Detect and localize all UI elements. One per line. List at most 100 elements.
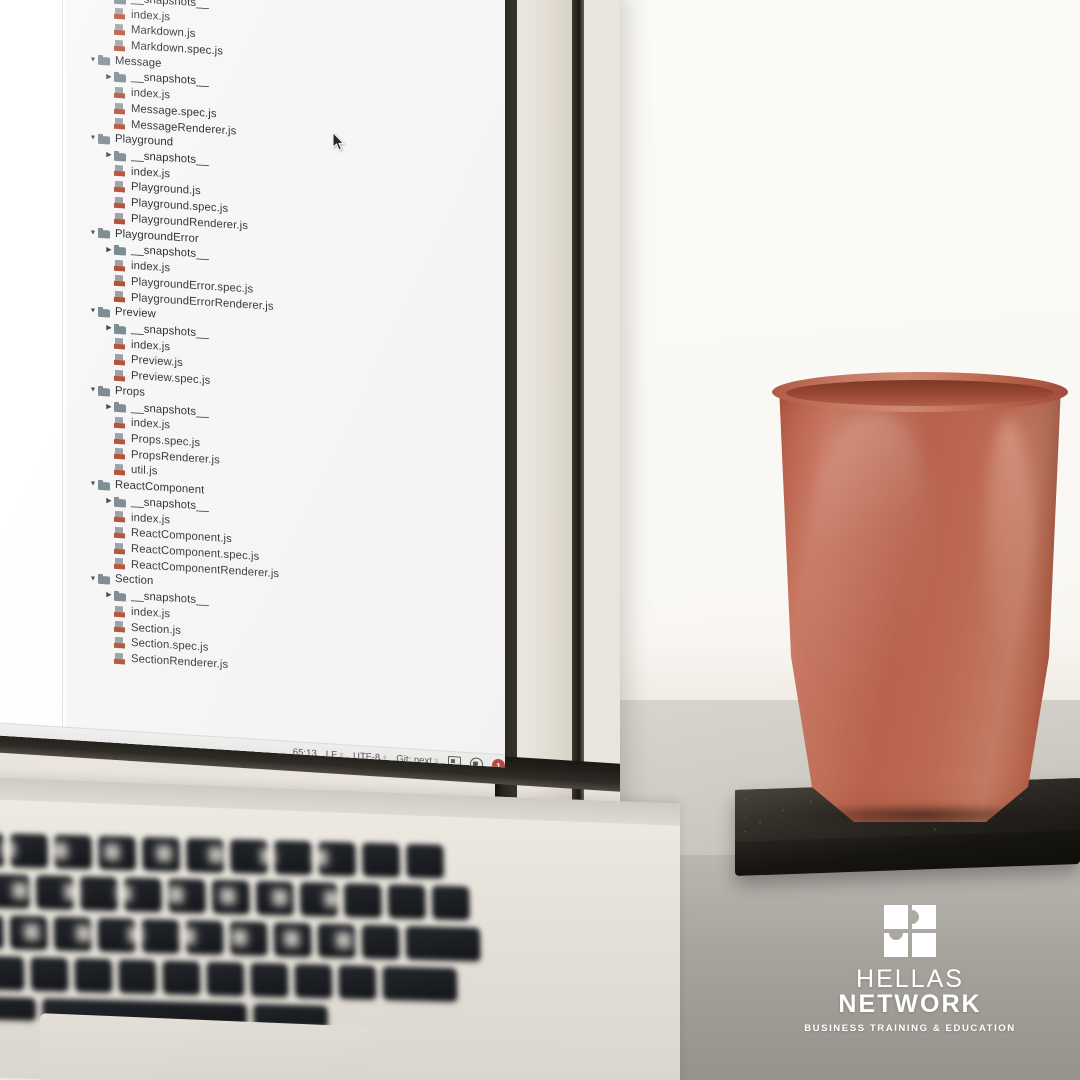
javascript-file-icon <box>114 275 127 288</box>
keyboard-key[interactable] <box>251 963 289 997</box>
keycap-legend <box>324 891 339 907</box>
keyboard-row[interactable] <box>0 954 458 1002</box>
javascript-file-icon <box>114 212 127 225</box>
keyboard-key[interactable] <box>207 962 245 996</box>
keycap-legend <box>232 929 247 945</box>
tree-row-file[interactable]: SectionRenderer.js <box>104 650 228 674</box>
chevron-right-icon[interactable]: ▶ <box>104 246 114 254</box>
chevron-down-icon[interactable]: ▼ <box>88 386 98 394</box>
laptop-screen: Link> ggle}> Logo.spec.jsLogoRenderer.js… <box>0 0 505 767</box>
keyboard-key[interactable] <box>80 876 118 910</box>
javascript-file-icon <box>114 558 127 571</box>
keyboard-key[interactable] <box>75 958 113 992</box>
chevron-right-icon[interactable]: ▶ <box>104 592 114 600</box>
twisty-spacer <box>104 626 114 627</box>
keycap-legend <box>116 885 131 901</box>
folder-icon <box>114 150 127 163</box>
keyboard-key[interactable] <box>0 914 3 948</box>
twisty-spacer <box>104 642 114 643</box>
chevron-down-icon[interactable]: ▼ <box>88 575 98 583</box>
tree-item-label: index.js <box>131 88 170 102</box>
laptop-lid-outer-edge <box>572 0 584 820</box>
keyboard-key[interactable] <box>344 883 382 917</box>
keyboard-key[interactable] <box>339 965 377 999</box>
keycap-legend <box>128 927 143 943</box>
twisty-spacer <box>104 186 114 187</box>
keycap-legend <box>260 848 275 864</box>
twisty-spacer <box>104 375 114 376</box>
puzzle-square-top-left <box>884 905 908 929</box>
tree-item-label: index.js <box>131 512 170 526</box>
keyboard-key[interactable] <box>361 925 399 959</box>
keycap-legend <box>272 889 287 905</box>
keycap-legend <box>76 925 91 941</box>
tree-item-label: util.js <box>131 465 157 478</box>
coaster-speck <box>934 828 936 830</box>
keycap-legend <box>64 884 79 900</box>
keycap-legend <box>12 883 27 899</box>
chevron-down-icon[interactable]: ▼ <box>88 308 98 316</box>
javascript-file-icon <box>114 181 127 194</box>
javascript-file-icon <box>114 102 127 115</box>
twisty-spacer <box>104 123 114 124</box>
chevron-right-icon[interactable]: ▶ <box>104 0 114 2</box>
twisty-spacer <box>104 29 114 30</box>
chevron-right-icon[interactable]: ▶ <box>104 324 114 332</box>
keycap-legend <box>336 932 351 948</box>
coffee-mug <box>770 372 1070 822</box>
tree-item-label: Section <box>115 574 153 588</box>
keyboard-key[interactable] <box>432 886 470 920</box>
twisty-spacer <box>104 469 114 470</box>
pane-divider[interactable] <box>62 0 63 727</box>
twisty-spacer <box>104 438 114 439</box>
tree-item-label: index.js <box>131 167 170 181</box>
keyboard-key[interactable] <box>295 964 333 998</box>
laptop-keyboard[interactable] <box>0 830 482 1026</box>
javascript-file-icon <box>114 543 127 556</box>
keyboard-key[interactable] <box>274 840 312 874</box>
file-tree-pane[interactable]: Logo.spec.jsLogoRenderer.js▼Markdown▶__s… <box>66 0 505 754</box>
chevron-right-icon[interactable]: ▶ <box>104 497 114 505</box>
javascript-file-icon <box>114 87 127 100</box>
folder-icon <box>98 306 111 319</box>
keyboard-key[interactable] <box>362 843 400 877</box>
keyboard-key[interactable] <box>10 834 48 868</box>
keyboard-key[interactable] <box>31 957 69 991</box>
keyboard-key[interactable] <box>383 966 458 1001</box>
chevron-down-icon[interactable]: ▼ <box>88 229 98 237</box>
keyboard-key[interactable] <box>405 926 480 961</box>
hellas-network-logo: HELLAS NETWORK BUSINESS TRAINING & EDUCA… <box>795 905 1025 1017</box>
chevron-down-icon[interactable]: ▼ <box>88 480 98 488</box>
tree-row-folder[interactable]: ▼ Props <box>88 382 145 401</box>
chevron-right-icon[interactable]: ▶ <box>104 403 114 411</box>
twisty-spacer <box>104 108 114 109</box>
keyboard-key[interactable] <box>141 919 179 953</box>
keyboard-key[interactable] <box>388 884 426 918</box>
keyboard-key[interactable] <box>0 996 36 1020</box>
logo-name-part1: HELLAS <box>856 965 964 993</box>
keycap-legend <box>156 845 171 861</box>
chevron-right-icon[interactable]: ▶ <box>104 151 114 159</box>
folder-icon <box>114 590 127 603</box>
keyboard-key[interactable] <box>119 959 157 993</box>
tree-item-label: Message <box>115 56 162 70</box>
keyboard-key[interactable] <box>0 956 25 990</box>
chevron-down-icon[interactable]: ▼ <box>88 56 98 64</box>
mug-highlight-right <box>985 418 1033 668</box>
keyboard-key[interactable] <box>163 961 201 995</box>
twisty-spacer <box>104 532 114 533</box>
folder-icon <box>114 322 127 335</box>
twisty-spacer <box>104 296 114 297</box>
code-editor-pane[interactable]: Link> ggle}> <box>0 0 66 727</box>
keyboard-key[interactable] <box>406 844 444 878</box>
chevron-right-icon[interactable]: ▶ <box>104 73 114 81</box>
chevron-down-icon[interactable]: ▼ <box>88 135 98 143</box>
javascript-file-icon <box>114 448 127 461</box>
twisty-spacer <box>104 344 114 345</box>
folder-icon <box>98 227 111 240</box>
twisty-spacer <box>104 281 114 282</box>
notification-badge[interactable]: 1 <box>492 759 505 768</box>
keycap-legend <box>208 847 223 863</box>
folder-icon <box>114 401 127 414</box>
folder-icon <box>114 244 127 257</box>
